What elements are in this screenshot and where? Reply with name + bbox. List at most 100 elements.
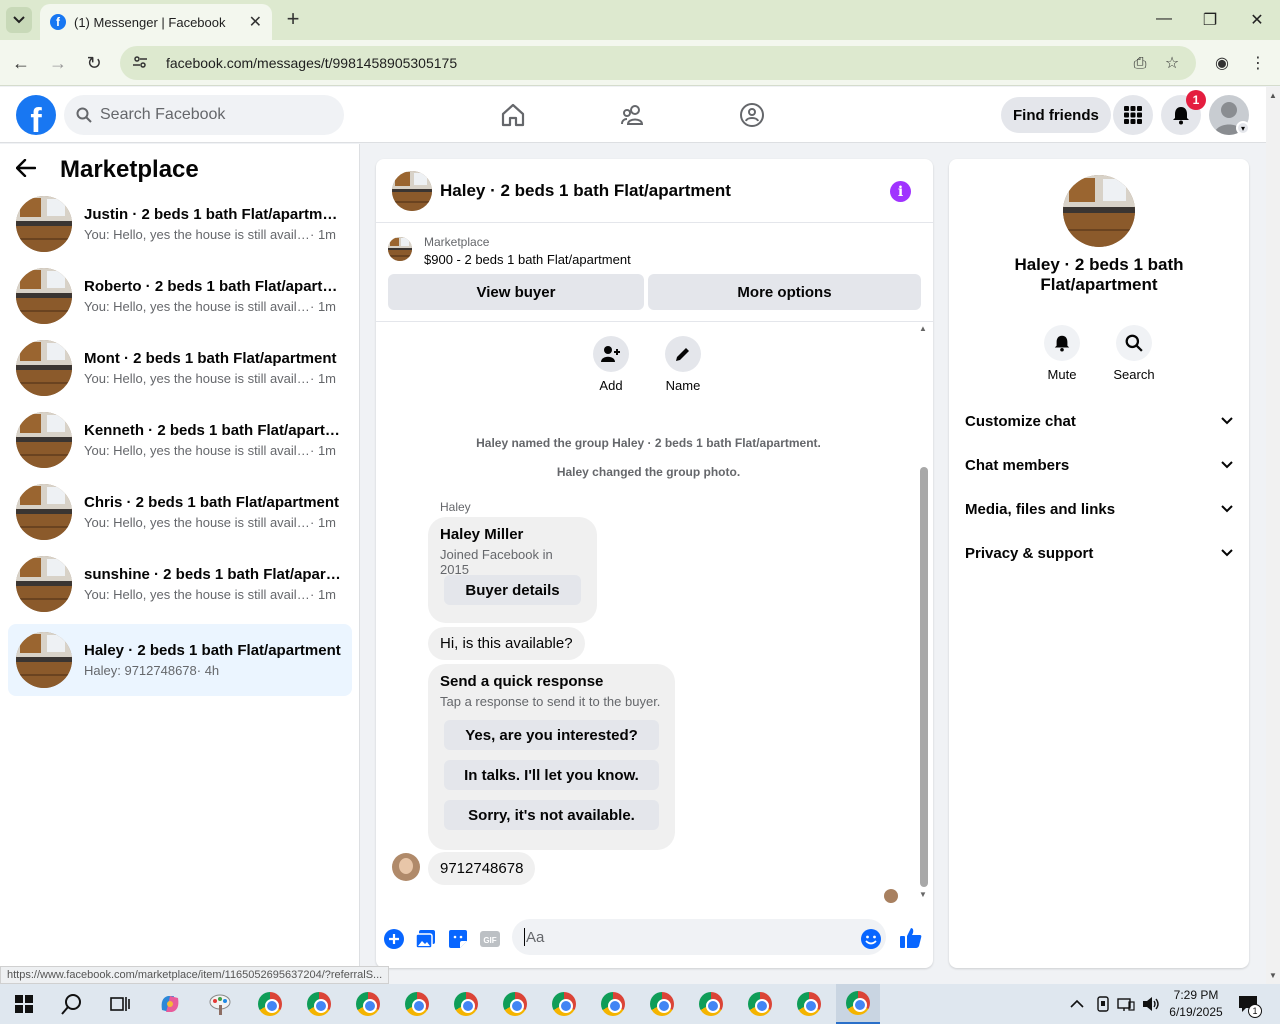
chrome-profile-9-icon[interactable]: [646, 988, 678, 1020]
quick-response-not-available[interactable]: Sorry, it's not available.: [444, 800, 659, 830]
browser-menu-icon[interactable]: ⋮: [1248, 54, 1268, 74]
address-bar[interactable]: facebook.com/messages/t/9981458905305175: [120, 46, 1196, 80]
thumbs-up-icon[interactable]: [899, 926, 923, 950]
chrome-profile-5-icon[interactable]: [450, 988, 482, 1020]
chrome-profile-1-icon[interactable]: [254, 988, 286, 1020]
friends-icon[interactable]: [619, 101, 647, 129]
chat-members-section[interactable]: Chat members: [965, 445, 1233, 485]
site-settings-icon[interactable]: [132, 54, 150, 72]
taskbar-search-button[interactable]: [56, 988, 88, 1020]
buyer-details-button[interactable]: Buyer details: [444, 575, 581, 605]
action-center-button[interactable]: 1: [1238, 984, 1262, 1024]
buyer-name: Haley Miller: [440, 526, 524, 543]
conversation-item[interactable]: Justin · 2 beds 1 bath Flat/apartment You…: [8, 192, 352, 256]
bookmark-star-icon[interactable]: ☆: [1162, 54, 1182, 74]
home-icon[interactable]: [499, 101, 527, 129]
find-friends-button[interactable]: Find friends: [1001, 97, 1111, 133]
menu-button[interactable]: [1113, 95, 1153, 135]
task-view-button[interactable]: [104, 988, 136, 1020]
chrome-active-window-icon[interactable]: [836, 984, 880, 1024]
install-app-icon[interactable]: ⎙: [1130, 54, 1150, 74]
listing-thumbnail: [16, 340, 72, 396]
chat-avatar[interactable]: [392, 170, 432, 211]
chrome-profile-6-icon[interactable]: [499, 988, 531, 1020]
privacy-support-section[interactable]: Privacy & support: [965, 533, 1233, 573]
add-label: Add: [599, 378, 623, 393]
plus-circle-icon[interactable]: [383, 928, 405, 950]
search-in-conversation-button[interactable]: Search: [1104, 325, 1164, 382]
chat-photo[interactable]: [1063, 175, 1135, 247]
search-facebook-input[interactable]: Search Facebook: [64, 95, 344, 135]
groups-icon[interactable]: [738, 101, 766, 129]
restore-button[interactable]: ❐: [1200, 10, 1220, 30]
chrome-profile-8-icon[interactable]: [597, 988, 629, 1020]
conversation-item[interactable]: Mont · 2 beds 1 bath Flat/apartment You: …: [8, 336, 352, 400]
chrome-profile-10-icon[interactable]: [695, 988, 727, 1020]
account-chevron-icon[interactable]: ▾: [1236, 121, 1250, 135]
quick-response-yes[interactable]: Yes, are you interested?: [444, 720, 659, 750]
minimize-button[interactable]: —: [1154, 10, 1174, 28]
more-options-button[interactable]: More options: [648, 274, 921, 310]
browser-tab[interactable]: f (1) Messenger | Facebook ✕: [40, 4, 272, 40]
customize-chat-section[interactable]: Customize chat: [965, 401, 1233, 441]
chevron-down-icon: [13, 16, 25, 24]
reload-button[interactable]: ↻: [83, 52, 105, 74]
chrome-profile-4-icon[interactable]: [401, 988, 433, 1020]
chrome-profile-3-icon[interactable]: [352, 988, 384, 1020]
media-files-links-section[interactable]: Media, files and links: [965, 489, 1233, 529]
facebook-favicon-icon: f: [50, 14, 66, 30]
paint-app-icon[interactable]: [204, 988, 236, 1020]
listing-summary[interactable]: Marketplace $900 - 2 beds 1 bath Flat/ap…: [388, 235, 631, 267]
conversation-item[interactable]: Roberto · 2 beds 1 bath Flat/apartment Yo…: [8, 264, 352, 328]
show-hidden-icons[interactable]: [1070, 984, 1084, 1024]
conversation-item[interactable]: Chris · 2 beds 1 bath Flat/apartment You:…: [8, 480, 352, 544]
page-scrollbar[interactable]: ▲ ▼: [1266, 87, 1280, 984]
message-bubble: Hi, is this available?: [428, 627, 585, 660]
listing-text: $900 - 2 beds 1 bath Flat/apartment: [424, 252, 631, 267]
bell-icon: [1173, 107, 1189, 125]
conversation-item-active[interactable]: Haley · 2 beds 1 bath Flat/apartment Hale…: [8, 624, 352, 696]
add-people-button[interactable]: Add: [581, 336, 641, 393]
chrome-profile-12-icon[interactable]: [793, 988, 825, 1020]
back-button[interactable]: ←: [10, 52, 32, 74]
chat-scrollbar[interactable]: ▲ ▼: [917, 322, 931, 902]
chrome-profile-7-icon[interactable]: [548, 988, 580, 1020]
photo-icon[interactable]: [415, 928, 437, 950]
device-icon[interactable]: [1096, 984, 1110, 1024]
gif-icon[interactable]: GIF: [479, 928, 501, 950]
search-icon: [1125, 334, 1143, 352]
name-group-button[interactable]: Name: [653, 336, 713, 393]
chevron-down-icon: [1221, 461, 1233, 469]
chat-title[interactable]: Haley · 2 beds 1 bath Flat/apartment: [440, 181, 731, 201]
conversation-item[interactable]: Kenneth · 2 beds 1 bath Flat/apartment Yo…: [8, 408, 352, 472]
info-icon[interactable]: i: [890, 181, 911, 202]
mute-button[interactable]: Mute: [1032, 325, 1092, 382]
conversation-item[interactable]: sunshine · 2 beds 1 bath Flat/apartment Y…: [8, 552, 352, 616]
view-buyer-button[interactable]: View buyer: [388, 274, 644, 310]
start-button[interactable]: [8, 988, 40, 1020]
message-input[interactable]: Aa: [512, 919, 886, 955]
sticker-icon[interactable]: [447, 928, 469, 950]
conversation-name: Haley · 2 beds 1 bath Flat/apartment: [84, 642, 341, 659]
network-icon[interactable]: [1117, 984, 1135, 1024]
copilot-icon[interactable]: [154, 988, 186, 1020]
system-clock[interactable]: 7:29 PM 6/19/2025: [1164, 987, 1228, 1021]
close-tab-icon[interactable]: ✕: [249, 12, 262, 32]
new-tab-button[interactable]: +: [283, 8, 303, 30]
emoji-icon[interactable]: [860, 928, 882, 950]
volume-icon[interactable]: [1142, 984, 1160, 1024]
sender-name: Haley: [440, 500, 471, 514]
facebook-header: f Search Facebook Find friends 1 ▾: [0, 87, 1266, 143]
facebook-logo-icon[interactable]: f: [16, 95, 56, 135]
browser-toolbar: ← → ↻ facebook.com/messages/t/9981458905…: [0, 40, 1280, 86]
forward-button[interactable]: →: [47, 52, 69, 74]
quick-response-in-talks[interactable]: In talks. I'll let you know.: [444, 760, 659, 790]
listing-thumbnail: [388, 237, 412, 261]
close-window-button[interactable]: ✕: [1247, 10, 1267, 30]
tab-search-button[interactable]: [6, 7, 32, 33]
chrome-profile-11-icon[interactable]: [744, 988, 776, 1020]
back-arrow-icon[interactable]: [15, 156, 46, 184]
sender-avatar[interactable]: [392, 853, 420, 881]
profile-icon[interactable]: ◉: [1212, 54, 1232, 74]
chrome-profile-2-icon[interactable]: [303, 988, 335, 1020]
